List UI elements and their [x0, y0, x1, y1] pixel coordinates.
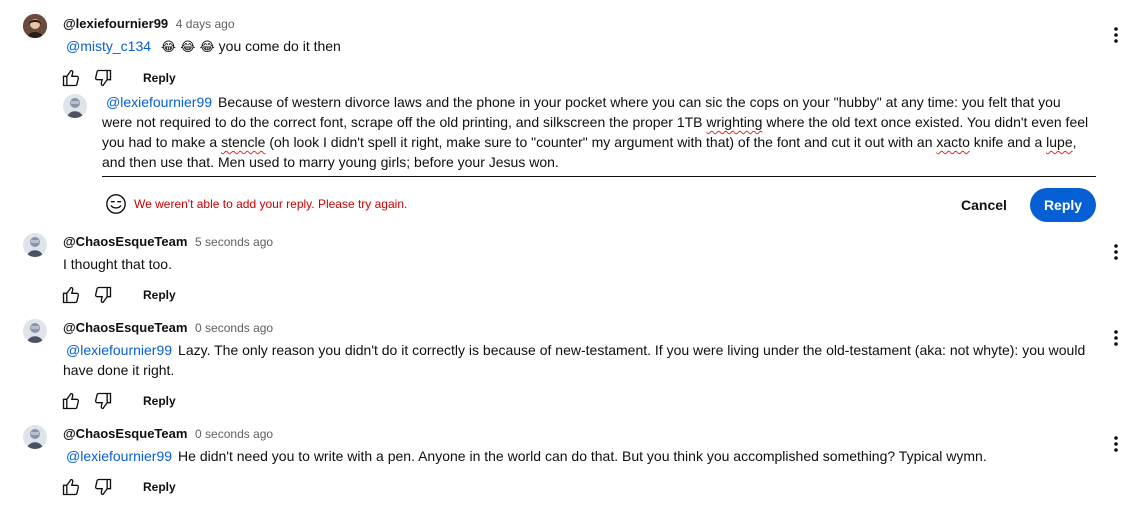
misspelled-word[interactable]: stencle [221, 134, 265, 150]
comment-header: @ChaosEsqueTeam 0 seconds ago [63, 426, 273, 441]
comment-header: @ChaosEsqueTeam 0 seconds ago [63, 320, 273, 335]
comment-body: you come do it then [218, 38, 341, 54]
comment-text: @lexiefournier99 Lazy. The only reason yo… [63, 340, 1093, 380]
comment-body: I thought that too. [63, 256, 172, 272]
avatar [63, 94, 87, 118]
comment-text: @lexiefournier99 He didn't need you to wr… [66, 446, 1096, 466]
reply-text: knife and a [969, 134, 1047, 150]
comment-timestamp[interactable]: 4 days ago [176, 17, 235, 31]
dislike-icon[interactable] [93, 477, 113, 497]
mention-link[interactable]: @misty_c134 [66, 38, 151, 54]
comment-body: Lazy. The only reason you didn't do it c… [63, 342, 1086, 378]
misspelled-word[interactable]: wrighting [706, 114, 762, 130]
comment-text: @misty_c134 😂 😂 😂 you come do it then [66, 36, 1066, 58]
more-options-icon[interactable] [1106, 240, 1126, 264]
reply-textarea[interactable]: @lexiefournier99 Because of western divor… [102, 92, 1092, 172]
like-icon[interactable] [61, 285, 81, 305]
comment-timestamp[interactable]: 5 seconds ago [195, 235, 273, 249]
more-options-icon[interactable] [1106, 432, 1126, 456]
like-icon[interactable] [61, 391, 81, 411]
mention-link[interactable]: @lexiefournier99 [66, 342, 172, 358]
comment-author[interactable]: @lexiefournier99 [63, 16, 168, 31]
comment-actions: Reply [61, 475, 176, 499]
comment-actions: Reply [61, 283, 176, 307]
reply-button[interactable]: Reply [143, 480, 176, 494]
mention-link[interactable]: @lexiefournier99 [66, 448, 172, 464]
reply-input-underline [102, 176, 1096, 177]
dislike-icon[interactable] [93, 68, 113, 88]
comment-author[interactable]: @ChaosEsqueTeam [63, 234, 187, 249]
comment-author[interactable]: @ChaosEsqueTeam [63, 320, 187, 335]
comment-body: He didn't need you to write with a pen. … [178, 448, 987, 464]
misspelled-word[interactable]: xacto [936, 134, 969, 150]
dislike-icon[interactable] [93, 285, 113, 305]
reply-button[interactable]: Reply [143, 288, 176, 302]
comment-header: @lexiefournier99 4 days ago [63, 16, 235, 31]
like-icon[interactable] [61, 68, 81, 88]
comment-timestamp[interactable]: 0 seconds ago [195, 427, 273, 441]
like-icon[interactable] [61, 477, 81, 497]
reply-button[interactable]: Reply [143, 71, 176, 85]
reply-button[interactable]: Reply [143, 394, 176, 408]
submit-reply-button[interactable]: Reply [1030, 188, 1096, 222]
comment-timestamp[interactable]: 0 seconds ago [195, 321, 273, 335]
emoji-picker-icon[interactable] [105, 193, 127, 215]
comment-actions: Reply [61, 389, 176, 413]
avatar[interactable] [23, 233, 47, 257]
comment-actions: Reply [61, 66, 176, 90]
avatar[interactable] [23, 319, 47, 343]
emoji-laughing: 😂 😂 😂 [160, 40, 215, 55]
avatar[interactable] [23, 425, 47, 449]
comment-header: @ChaosEsqueTeam 5 seconds ago [63, 234, 273, 249]
avatar[interactable] [23, 14, 47, 38]
comment-author[interactable]: @ChaosEsqueTeam [63, 426, 187, 441]
dislike-icon[interactable] [93, 391, 113, 411]
reply-text: (oh look I didn't spell it right, make s… [265, 134, 937, 150]
cancel-button[interactable]: Cancel [948, 188, 1020, 222]
comment-text: I thought that too. [63, 254, 1063, 274]
more-options-icon[interactable] [1106, 23, 1126, 47]
more-options-icon[interactable] [1106, 326, 1126, 350]
error-message: We weren't able to add your reply. Pleas… [134, 197, 408, 211]
mention-link[interactable]: @lexiefournier99 [106, 94, 212, 110]
misspelled-word[interactable]: lupe [1046, 134, 1072, 150]
